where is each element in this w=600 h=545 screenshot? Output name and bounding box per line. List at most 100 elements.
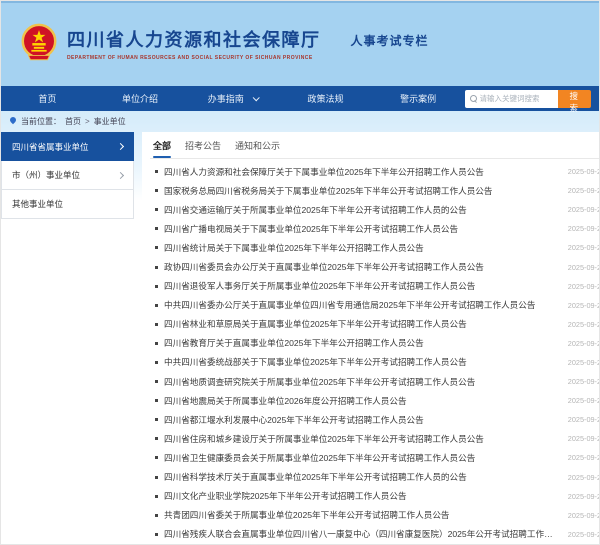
- list-item[interactable]: 四川省都江堰水利发展中心2025年下半年公开考试招聘工作人员公告 2025-09-…: [150, 410, 600, 429]
- announcement-date: 2025-09-26: [568, 282, 600, 291]
- bullet-icon: [155, 266, 158, 269]
- announcement-link[interactable]: 四川省退役军人事务厅关于所属事业单位2025年下半年公开考试招聘工作人员公告: [164, 280, 560, 292]
- announcement-link[interactable]: 四川省统计局关于下属事业单位2025年下半年公开招聘工作人员公告: [164, 242, 560, 254]
- announcement-date: 2025-09-26: [568, 415, 600, 424]
- nav-item-cases[interactable]: 警示案例: [372, 92, 465, 105]
- announcement-date: 2025-09-26: [568, 339, 600, 348]
- nav-item-policy[interactable]: 政策法规: [279, 92, 372, 105]
- chevron-right-icon: [117, 171, 124, 178]
- tab-all[interactable]: 全部: [153, 132, 171, 158]
- list-item[interactable]: 四川省广播电视局关于下属事业单位2025年下半年公开考试招聘工作人员公告 2025…: [150, 219, 600, 238]
- list-item[interactable]: 国家税务总局四川省税务局关于下属事业单位2025年下半年公开考试招聘工作人员公告…: [150, 181, 600, 200]
- announcement-link[interactable]: 四川省林业和草原局关于直属事业单位2025年下半年公开考试招聘工作人员公告: [164, 318, 560, 330]
- nav-item-label: 警示案例: [400, 92, 436, 105]
- announcement-link[interactable]: 国家税务总局四川省税务局关于下属事业单位2025年下半年公开考试招聘工作人员公告: [164, 185, 560, 197]
- announcement-date: 2025-09-26: [568, 224, 600, 233]
- sidebar-item-other-units[interactable]: 其他事业单位: [1, 190, 134, 219]
- list-item[interactable]: 四川省林业和草原局关于直属事业单位2025年下半年公开考试招聘工作人员公告202…: [150, 315, 600, 334]
- bullet-icon: [155, 514, 158, 517]
- announcement-link[interactable]: 四川省交通运输厅关于所属事业单位2025年下半年公开考试招聘工作人员的公告: [164, 204, 560, 216]
- page-body: 当前位置： 首页 > 事业单位 四川省省属事业单位 市（州）事业单位 其他事业单…: [1, 111, 599, 545]
- sidebar-item-provincial-units[interactable]: 四川省省属事业单位: [1, 132, 134, 161]
- content: 四川省省属事业单位 市（州）事业单位 其他事业单位 全部 招考公告 通知和公示: [1, 132, 599, 545]
- list-item[interactable]: 四川省地震局关于所属事业单位2026年度公开招聘工作人员公告2025-09-26: [150, 391, 600, 410]
- bullet-icon: [155, 476, 158, 479]
- list-item[interactable]: 四川省交通运输厅关于所属事业单位2025年下半年公开考试招聘工作人员的公告202…: [150, 200, 600, 219]
- search-box: [465, 90, 558, 108]
- sidebar-item-city-units[interactable]: 市（州）事业单位: [1, 161, 134, 190]
- announcement-link[interactable]: 四川省卫生健康委员会关于所属事业单位2025年下半年公开考试招聘工作人员公告: [164, 452, 560, 464]
- announcement-link[interactable]: 四川省地质调查研究院关于所属事业单位2025年下半年公开考试招聘工作人员公告: [164, 376, 560, 388]
- column-title: 人事考试专栏: [351, 32, 429, 49]
- announcement-link[interactable]: 中共四川省委统战部关于下属事业单位2025年下半年公开考试招聘工作人员公告: [164, 356, 560, 368]
- tab-bar: 全部 招考公告 通知和公示: [150, 132, 600, 159]
- bullet-icon: [155, 342, 158, 345]
- breadcrumb-separator: >: [85, 117, 90, 126]
- bullet-icon: [155, 208, 158, 211]
- nav-item-label: 单位介绍: [122, 92, 158, 105]
- list-item[interactable]: 四川文化产业职业学院2025年下半年公开考试招聘工作人员公告 2025-09-26: [150, 487, 600, 506]
- bullet-icon: [155, 380, 158, 383]
- bullet-icon: [155, 495, 158, 498]
- announcement-date: 2025-09-26: [568, 186, 600, 195]
- list-item[interactable]: 四川省教育厅关于直属事业单位2025年下半年公开招聘工作人员公告 2025-09-…: [150, 334, 600, 353]
- tab-public-notices[interactable]: 通知和公示: [235, 132, 280, 158]
- announcement-date: 2025-09-26: [568, 377, 600, 386]
- list-item[interactable]: 四川省地质调查研究院关于所属事业单位2025年下半年公开考试招聘工作人员公告 20…: [150, 372, 600, 391]
- announcement-link[interactable]: 四川省都江堰水利发展中心2025年下半年公开考试招聘工作人员公告: [164, 414, 560, 426]
- announcement-link[interactable]: 四川省广播电视局关于下属事业单位2025年下半年公开考试招聘工作人员公告: [164, 223, 560, 235]
- nav-item-home[interactable]: 首页: [1, 92, 94, 105]
- bullet-icon: [155, 533, 158, 536]
- announcement-link[interactable]: 四川省科学技术厅关于直属事业单位2025年下半年公开考试招聘工作人员的公告: [164, 471, 560, 483]
- list-item[interactable]: 中共四川省委办公厅关于直属事业单位四川省专用通信局2025年下半年公开考试招聘工…: [150, 296, 600, 315]
- announcement-link[interactable]: 四川文化产业职业学院2025年下半年公开考试招聘工作人员公告: [164, 490, 560, 502]
- site-banner: 四川省人力资源和社会保障厅 DEPARTMENT OF HUMAN RESOUR…: [1, 1, 599, 86]
- announcement-link[interactable]: 四川省人力资源和社会保障厅关于下属事业单位2025年下半年公开招聘工作人员公告: [164, 166, 560, 178]
- search-icon: [470, 95, 477, 102]
- breadcrumb: 当前位置： 首页 > 事业单位: [1, 111, 599, 132]
- nav-item-about[interactable]: 单位介绍: [94, 92, 187, 105]
- nav-item-guide[interactable]: 办事指南: [186, 92, 279, 105]
- chevron-right-icon: [117, 143, 124, 150]
- list-item[interactable]: 四川省退役军人事务厅关于所属事业单位2025年下半年公开考试招聘工作人员公告 20…: [150, 277, 600, 296]
- announcement-date: 2025-09-26: [568, 263, 600, 272]
- announcement-link[interactable]: 共青团四川省委关于所属事业单位2025年下半年公开考试招聘工作人员公告: [164, 509, 560, 521]
- announcement-date: 2025-09-26: [568, 243, 600, 252]
- bullet-icon: [155, 227, 158, 230]
- announcement-link[interactable]: 四川省住房和城乡建设厅关于所属事业单位2025年下半年公开考试招聘工作人员公告: [164, 433, 560, 445]
- list-item[interactable]: 四川省住房和城乡建设厅关于所属事业单位2025年下半年公开考试招聘工作人员公告2…: [150, 429, 600, 448]
- nav-item-label: 政策法规: [307, 92, 343, 105]
- list-item[interactable]: 四川省卫生健康委员会关于所属事业单位2025年下半年公开考试招聘工作人员公告20…: [150, 448, 600, 467]
- list-item[interactable]: 共青团四川省委关于所属事业单位2025年下半年公开考试招聘工作人员公告 2025-…: [150, 506, 600, 525]
- announcement-list: 四川省人力资源和社会保障厅关于下属事业单位2025年下半年公开招聘工作人员公告 2…: [150, 159, 600, 544]
- list-item[interactable]: 四川省科学技术厅关于直属事业单位2025年下半年公开考试招聘工作人员的公告202…: [150, 468, 600, 487]
- bullet-icon: [155, 304, 158, 307]
- breadcrumb-current: 事业单位: [94, 116, 126, 127]
- list-item[interactable]: 政协四川省委员会办公厅关于直属事业单位2025年下半年公开考试招聘工作人员公告 2…: [150, 257, 600, 276]
- site-title: 四川省人力资源和社会保障厅: [67, 26, 321, 52]
- search-input[interactable]: [480, 94, 558, 103]
- announcement-link[interactable]: 四川省地震局关于所属事业单位2026年度公开招聘工作人员公告: [164, 395, 560, 407]
- breadcrumb-home-link[interactable]: 首页: [65, 116, 81, 127]
- nav-item-label: 办事指南: [208, 92, 244, 105]
- announcement-date: 2025-09-26: [568, 358, 600, 367]
- bullet-icon: [155, 323, 158, 326]
- announcement-date: 2025-09-26: [568, 167, 600, 176]
- announcement-date: 2025-09-26: [568, 530, 600, 539]
- bullet-icon: [155, 361, 158, 364]
- bullet-icon: [155, 456, 158, 459]
- announcement-link[interactable]: 政协四川省委员会办公厅关于直属事业单位2025年下半年公开考试招聘工作人员公告: [164, 261, 560, 273]
- location-pin-icon: [9, 117, 17, 127]
- list-item[interactable]: 四川省统计局关于下属事业单位2025年下半年公开招聘工作人员公告 2025-09-…: [150, 238, 600, 257]
- tab-recruit-notices[interactable]: 招考公告: [185, 132, 221, 158]
- announcement-link[interactable]: 四川省残疾人联合会直属事业单位四川省八一康复中心（四川省康复医院）2025年公开…: [164, 528, 560, 540]
- list-item[interactable]: 四川省人力资源和社会保障厅关于下属事业单位2025年下半年公开招聘工作人员公告 2…: [150, 162, 600, 181]
- list-item[interactable]: 中共四川省委统战部关于下属事业单位2025年下半年公开考试招聘工作人员公告 202…: [150, 353, 600, 372]
- search-button[interactable]: 搜索: [558, 90, 592, 108]
- bullet-icon: [155, 246, 158, 249]
- announcement-date: 2025-09-26: [568, 492, 600, 501]
- list-item[interactable]: 四川省残疾人联合会直属事业单位四川省八一康复中心（四川省康复医院）2025年公开…: [150, 525, 600, 544]
- announcement-link[interactable]: 四川省教育厅关于直属事业单位2025年下半年公开招聘工作人员公告: [164, 337, 560, 349]
- announcement-link[interactable]: 中共四川省委办公厅关于直属事业单位四川省专用通信局2025年下半年公开考试招聘工…: [164, 299, 560, 311]
- announcement-date: 2025-09-26: [568, 511, 600, 520]
